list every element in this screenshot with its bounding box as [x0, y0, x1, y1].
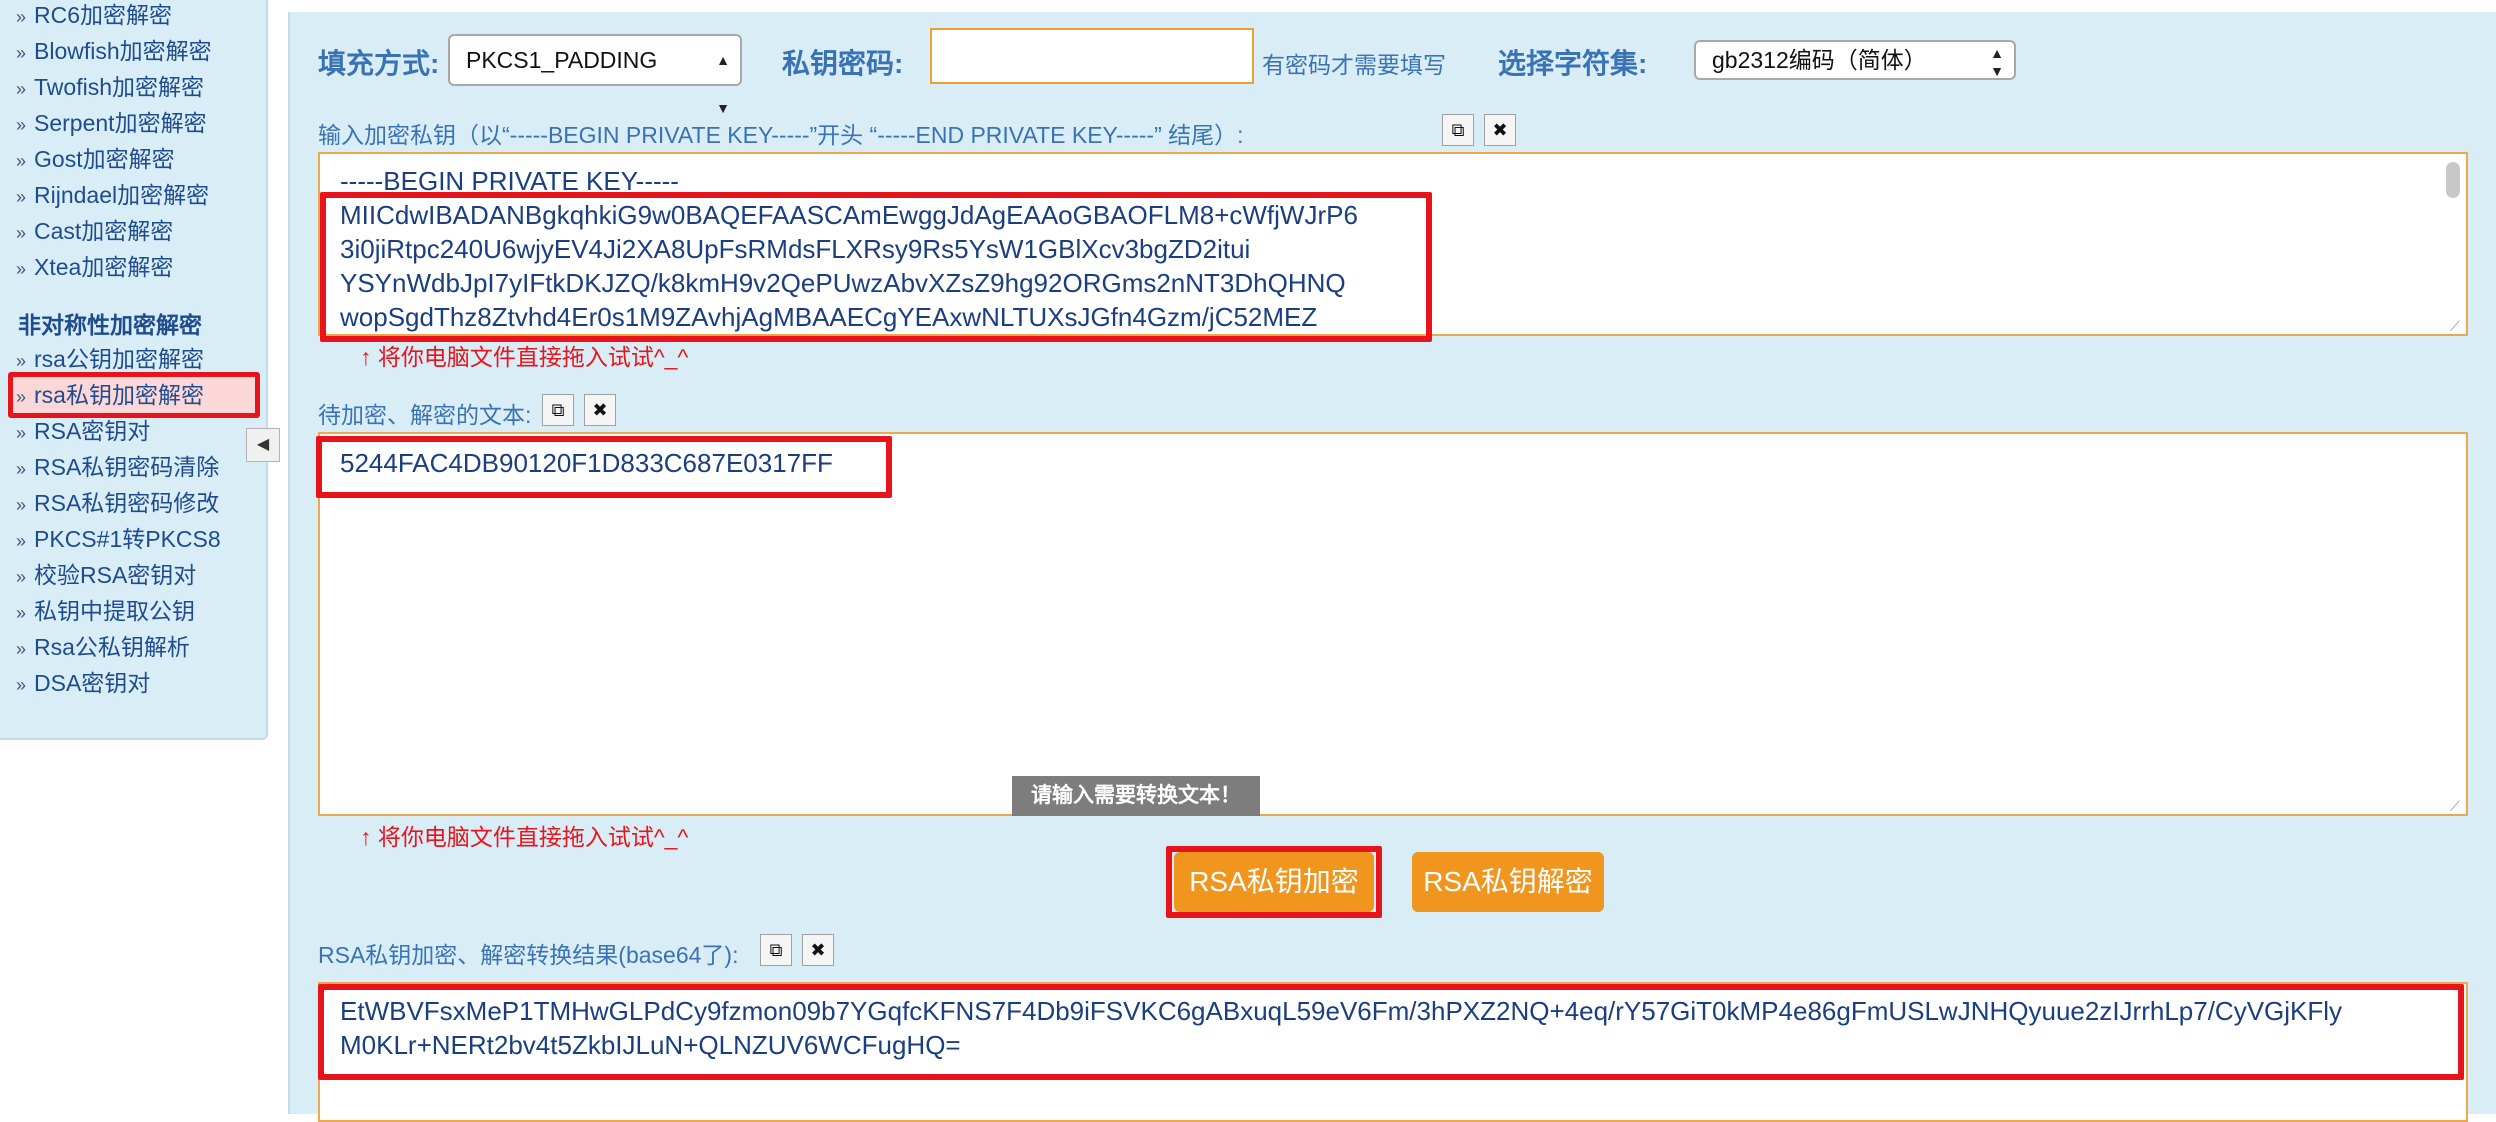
double-chevron-icon: »	[16, 187, 27, 207]
sidebar-item-rijndael[interactable]: » Rijndael加密解密	[16, 178, 209, 212]
sidebar-item-rsa-keypair[interactable]: » RSA密钥对	[16, 414, 150, 448]
sidebar-section-heading: 非对称性加密解密	[18, 312, 202, 338]
resize-handle-icon[interactable]: ⟋	[2450, 798, 2466, 814]
password-hint: 有密码才需要填写	[1262, 52, 1446, 78]
key-input-label: 输入加密私钥（以“-----BEGIN PRIVATE KEY-----”开头 …	[318, 122, 1244, 148]
double-chevron-icon: »	[16, 495, 27, 515]
result-highlight-box	[318, 984, 2464, 1080]
result-label: RSA私钥加密、解密转换结果(base64了):	[318, 942, 739, 968]
sidebar-item-verify-keypair[interactable]: » 校验RSA密钥对	[16, 558, 196, 592]
sidebar-item-dsa-keypair[interactable]: » DSA密钥对	[16, 666, 150, 700]
sidebar-item-rsa-password-clear[interactable]: » RSA私钥密码清除	[16, 450, 219, 484]
copy-icon[interactable]: ⧉	[1442, 114, 1474, 146]
key-highlight-box	[320, 192, 1432, 342]
double-chevron-icon: »	[16, 151, 27, 171]
clear-icon[interactable]: ✖	[1484, 114, 1516, 146]
main-top-gap	[288, 0, 2496, 12]
text-input-label: 待加密、解密的文本:	[318, 402, 532, 428]
sidebar-item-serpent[interactable]: » Serpent加密解密	[16, 106, 207, 140]
sidebar-item-rsa-public[interactable]: » rsa公钥加密解密	[16, 342, 204, 376]
padding-label: 填充方式:	[318, 48, 440, 79]
sidebar: » RC6加密解密 » Blowfish加密解密 » Twofish加密解密 » Ser…	[0, 0, 268, 740]
double-chevron-icon: »	[16, 223, 27, 243]
sidebar-item-pkcs1-to-pkcs8[interactable]: » PKCS#1转PKCS8	[16, 522, 221, 556]
sidebar-item-twofish[interactable]: » Twofish加密解密	[16, 70, 204, 104]
key-drop-hint: ↑ 将你电脑文件直接拖入试试^_^	[360, 344, 689, 370]
double-chevron-icon: »	[16, 531, 27, 551]
copy-icon[interactable]: ⧉	[542, 394, 574, 426]
plaintext-highlight-box	[316, 436, 892, 498]
double-chevron-icon: »	[16, 115, 27, 135]
scrollbar-thumb[interactable]	[2446, 162, 2460, 198]
sidebar-collapse-icon[interactable]: ◀	[246, 428, 280, 462]
password-label: 私钥密码:	[782, 48, 904, 79]
sidebar-item-gost[interactable]: » Gost加密解密	[16, 142, 175, 176]
double-chevron-icon: »	[16, 603, 27, 623]
encrypt-highlight-box	[1166, 846, 1382, 918]
double-chevron-icon: »	[16, 79, 27, 99]
double-chevron-icon: »	[16, 259, 27, 279]
sidebar-item-cast[interactable]: » Cast加密解密	[16, 214, 173, 248]
charset-label: 选择字符集:	[1498, 48, 1648, 79]
sidebar-item-xtea[interactable]: » Xtea加密解密	[16, 250, 173, 284]
clear-icon[interactable]: ✖	[802, 934, 834, 966]
sidebar-item-rc6[interactable]: » RC6加密解密	[16, 0, 172, 32]
clear-icon[interactable]: ✖	[584, 394, 616, 426]
sidebar-item-blowfish[interactable]: » Blowfish加密解密	[16, 34, 212, 68]
double-chevron-icon: »	[16, 43, 27, 63]
resize-handle-icon[interactable]: ⟋	[2450, 318, 2466, 334]
validation-tooltip: 请输入需要转换文本！	[1012, 776, 1260, 816]
password-input[interactable]	[930, 28, 1254, 84]
rsa-private-decrypt-button[interactable]: RSA私钥解密	[1412, 852, 1604, 912]
double-chevron-icon: »	[16, 7, 27, 27]
double-chevron-icon: »	[16, 675, 27, 695]
double-chevron-icon: »	[16, 459, 27, 479]
charset-select[interactable]: gb2312编码（简体） ▲ ▼	[1694, 40, 2016, 80]
sidebar-item-rsa-password-change[interactable]: » RSA私钥密码修改	[16, 486, 219, 520]
sidebar-item-key-parse[interactable]: » Rsa公私钥解析	[16, 630, 190, 664]
double-chevron-icon: »	[16, 387, 27, 407]
select-arrows-icon: ▲ ▼	[1990, 45, 2004, 79]
copy-icon[interactable]: ⧉	[760, 934, 792, 966]
double-chevron-icon: »	[16, 351, 27, 371]
sidebar-item-extract-public[interactable]: » 私钥中提取公钥	[16, 594, 195, 628]
double-chevron-icon: »	[16, 423, 27, 443]
double-chevron-icon: »	[16, 567, 27, 587]
text-drop-hint: ↑ 将你电脑文件直接拖入试试^_^	[360, 824, 689, 850]
sidebar-item-rsa-private[interactable]: » rsa私钥加密解密	[16, 378, 204, 412]
padding-select[interactable]: PKCS1_PADDING ▲ ▼	[448, 34, 742, 116]
double-chevron-icon: »	[16, 639, 27, 659]
